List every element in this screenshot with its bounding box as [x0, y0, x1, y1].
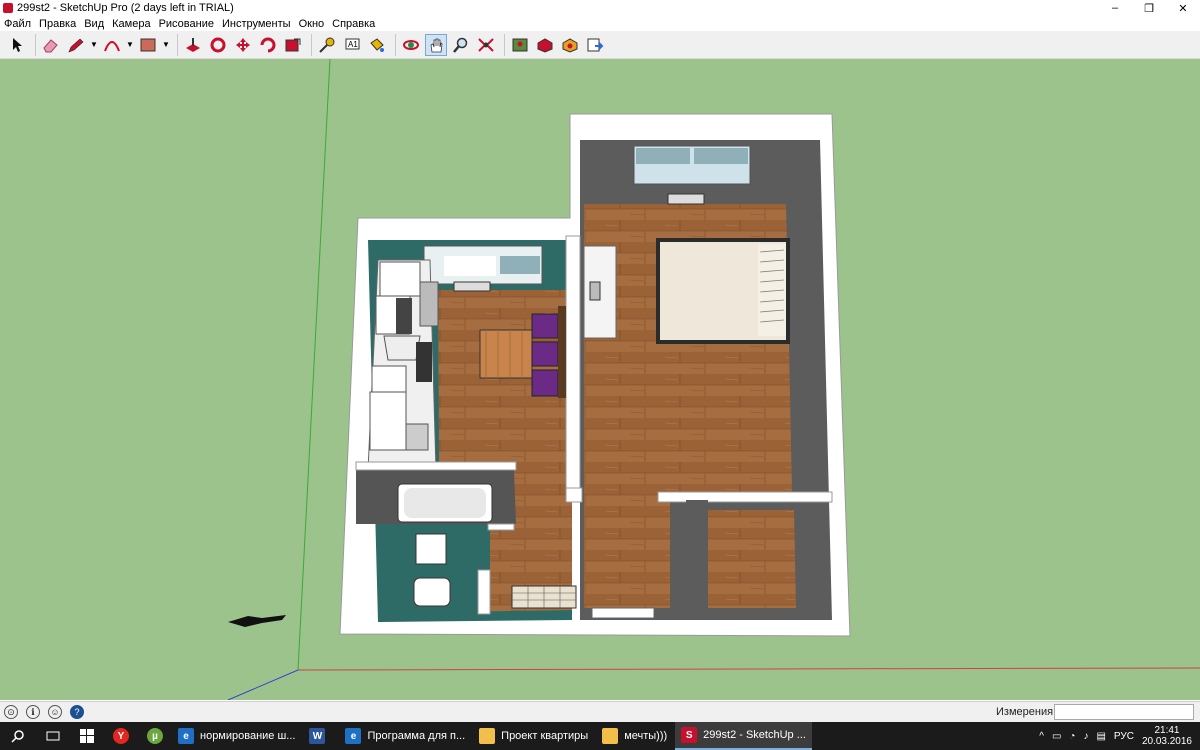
rectangle-dropdown-icon[interactable]: ▼	[162, 34, 170, 56]
language-indicator[interactable]: РУС	[1114, 731, 1134, 742]
utorrent-icon[interactable]: µ	[138, 722, 172, 750]
clock-time: 21:41	[1154, 725, 1180, 736]
arc-dropdown-icon[interactable]: ▼	[126, 34, 134, 56]
title-bar: 299st2 - SketchUp Pro (2 days left in TR…	[0, 0, 1200, 16]
menu-tools[interactable]: Инструменты	[222, 18, 291, 30]
menu-view[interactable]: Вид	[84, 18, 104, 30]
scale-icon[interactable]	[282, 34, 304, 56]
pan-icon[interactable]	[425, 33, 447, 56]
menu-help[interactable]: Справка	[332, 18, 375, 30]
eraser-icon[interactable]	[40, 34, 62, 56]
info-icon[interactable]: ℹ	[26, 705, 40, 719]
clock[interactable]: 21:41 20.03.2016	[1142, 725, 1192, 747]
measurements-label: Измерения	[996, 706, 1054, 718]
user-icon[interactable]: ☺	[48, 705, 62, 719]
volume-icon[interactable]: ♪	[1083, 731, 1088, 742]
menu-file[interactable]: Файл	[4, 18, 31, 30]
tray-chevron-icon[interactable]: ^	[1039, 731, 1044, 742]
orbit-icon[interactable]	[400, 34, 422, 56]
yandex-browser-icon[interactable]: Y	[104, 722, 138, 750]
task-word[interactable]: W	[303, 722, 337, 750]
action-center-icon[interactable]: ▤	[1096, 731, 1105, 742]
task-ie-programma[interactable]: e Программа для п...	[339, 722, 471, 750]
paint-bucket-icon[interactable]	[366, 34, 388, 56]
clock-date: 20.03.2016	[1141, 736, 1192, 747]
push-pull-icon[interactable]	[182, 34, 204, 56]
windows-taskbar: Y µ e нормирование ш... W e Программа для …	[0, 722, 1200, 750]
arc-icon[interactable]	[101, 34, 123, 56]
rotate-icon[interactable]	[257, 34, 279, 56]
add-location-icon[interactable]	[509, 34, 531, 56]
zoom-extents-icon[interactable]	[475, 34, 497, 56]
help-icon[interactable]: ?	[70, 705, 84, 719]
measurements-input[interactable]	[1054, 704, 1194, 720]
menu-draw[interactable]: Рисование	[159, 18, 214, 30]
follow-me-icon[interactable]	[207, 34, 229, 56]
zoom-icon[interactable]	[450, 34, 472, 56]
model-viewport[interactable]	[0, 59, 1200, 700]
tape-measure-icon[interactable]	[316, 34, 338, 56]
menu-window[interactable]: Окно	[299, 18, 325, 30]
svg-text:A1: A1	[348, 40, 358, 49]
close-button[interactable]: ✕	[1166, 0, 1200, 16]
3d-warehouse-icon[interactable]	[534, 34, 556, 56]
extension-warehouse-icon[interactable]	[559, 34, 581, 56]
send-to-layout-icon[interactable]	[584, 34, 606, 56]
search-icon[interactable]	[0, 722, 36, 750]
geo-icon[interactable]: ⊙	[4, 705, 18, 719]
select-icon[interactable]	[6, 34, 28, 56]
system-tray: ^ ▭ ◔ ♪ ▤ РУС 21:41 20.03.2016	[1039, 722, 1200, 750]
pencil-dropdown-icon[interactable]: ▼	[90, 34, 98, 56]
status-bar: ⊙ ℹ ☺ ? Измерения	[0, 701, 1200, 722]
minimize-button[interactable]: –	[1098, 0, 1132, 16]
floor-plan-model	[227, 59, 1200, 700]
task-sketchup[interactable]: S 299st2 - SketchUp ...	[675, 722, 812, 750]
text-icon[interactable]: A1	[341, 34, 363, 56]
pencil-icon[interactable]	[65, 34, 87, 56]
folder-icon	[479, 728, 496, 744]
main-toolbar: ▼ ▼ ▼ A1	[0, 31, 1200, 59]
battery-icon[interactable]: ▭	[1052, 731, 1061, 742]
menu-edit[interactable]: Правка	[39, 18, 76, 30]
windows-start-icon[interactable]	[70, 722, 104, 750]
task-view-icon[interactable]	[36, 722, 70, 750]
network-icon[interactable]: ◔	[1069, 731, 1075, 742]
task-ie-normirovanie[interactable]: e нормирование ш...	[172, 722, 301, 750]
folder-icon	[602, 728, 619, 744]
task-folder-mechty[interactable]: мечты)))	[596, 722, 673, 750]
sketchup-app-icon	[3, 3, 13, 13]
window-title: 299st2 - SketchUp Pro (2 days left in TR…	[17, 2, 234, 14]
menu-bar: Файл Правка Вид Камера Рисование Инструм…	[0, 16, 1200, 31]
task-folder-proekt[interactable]: Проект квартиры	[473, 722, 594, 750]
move-icon[interactable]	[232, 34, 254, 56]
rectangle-icon[interactable]	[137, 34, 159, 56]
menu-camera[interactable]: Камера	[112, 18, 150, 30]
restore-button[interactable]: ❐	[1132, 0, 1166, 16]
